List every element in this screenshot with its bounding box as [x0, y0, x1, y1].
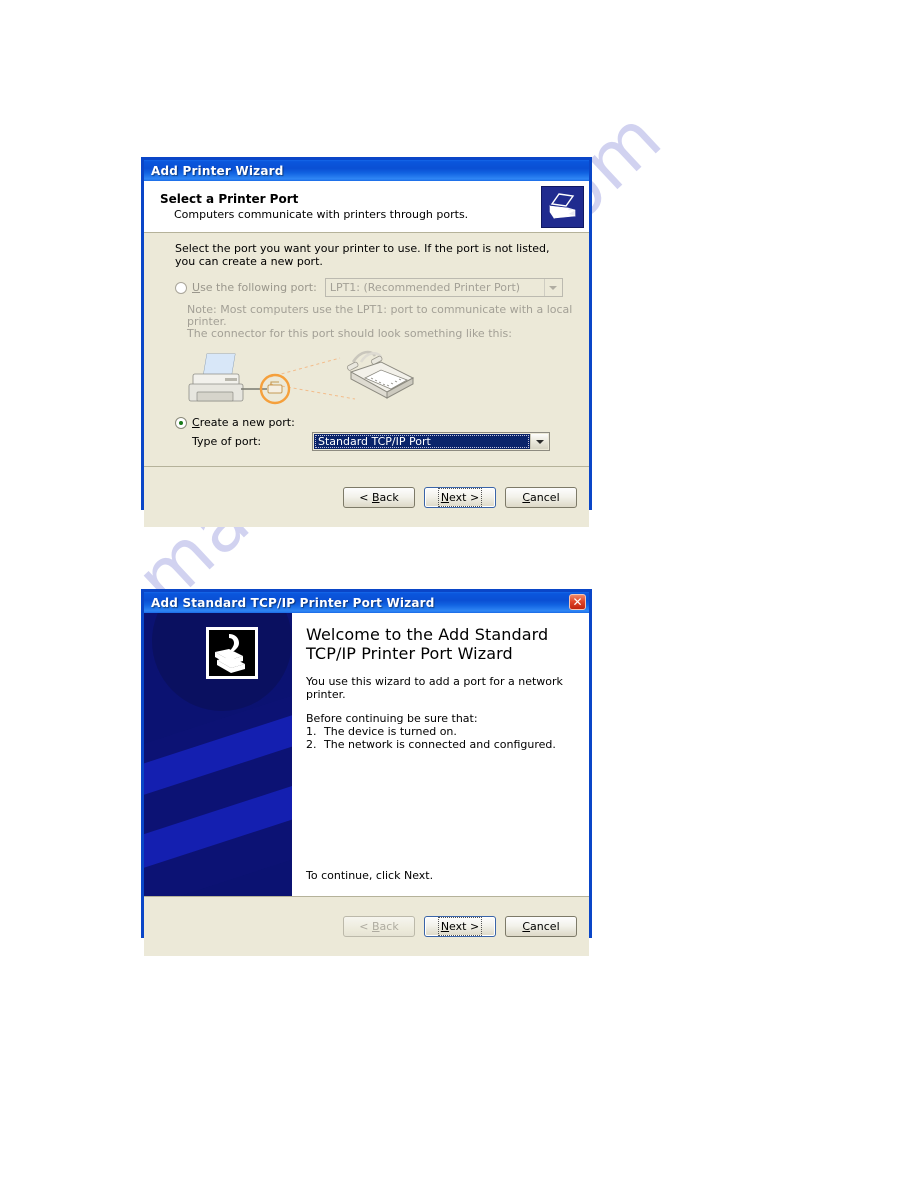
- port-select[interactable]: LPT1: (Recommended Printer Port): [324, 278, 563, 297]
- chevron-down-glyph: [535, 439, 544, 444]
- port-select-value: LPT1: (Recommended Printer Port): [329, 281, 521, 294]
- port-note-line1: Note: Most computers use the LPT1: port …: [187, 303, 573, 328]
- list-item-number: 2.: [306, 738, 317, 751]
- back-button[interactable]: < Back: [343, 916, 415, 937]
- cancel-button-label: Cancel: [522, 490, 560, 504]
- chevron-down-glyph: [549, 285, 558, 290]
- list-item-label: The device is turned on.: [324, 725, 457, 738]
- printer-icon: [542, 186, 583, 227]
- port-type-select[interactable]: Standard TCP/IP Port: [312, 432, 550, 451]
- next-button-label: Next >: [437, 487, 483, 507]
- close-icon[interactable]: ✕: [569, 594, 586, 610]
- dialog1-title: Add Printer Wizard: [151, 163, 284, 178]
- next-button[interactable]: Next >: [424, 916, 496, 937]
- dialog2-content: Welcome to the Add Standard TCP/IP Print…: [292, 613, 589, 896]
- list-item: 1. The device is turned on.: [306, 725, 577, 738]
- before-continuing-label: Before continuing be sure that:: [306, 712, 478, 725]
- dialog2-main: Welcome to the Add Standard TCP/IP Print…: [144, 613, 589, 896]
- page-subtitle: Computers communicate with printers thro…: [174, 208, 469, 221]
- list-item: 2. The network is connected and configur…: [306, 738, 577, 751]
- type-of-port-label: Type of port:: [192, 435, 262, 448]
- welcome-title-line2: TCP/IP Printer Port Wizard: [306, 644, 513, 663]
- dialog1-titlebar[interactable]: Add Printer Wizard: [144, 160, 589, 181]
- dialog1-footer: < Back Next > Cancel: [144, 466, 589, 527]
- cancel-button[interactable]: Cancel: [505, 916, 577, 937]
- connector-illustration-svg: [188, 350, 415, 405]
- radio-use-following-port[interactable]: [175, 281, 187, 294]
- dialog1-header-texts: Select a Printer Port Computers communic…: [160, 192, 542, 221]
- printer-icon-svg: [542, 186, 583, 227]
- chevron-down-icon[interactable]: [543, 279, 562, 296]
- dialog2-titlebar[interactable]: Add Standard TCP/IP Printer Port Wizard …: [144, 592, 589, 613]
- list-item-number: 1.: [306, 725, 317, 738]
- dialog1-body: Select the port you want your printer to…: [144, 233, 589, 466]
- port-note-line2: The connector for this port should look …: [187, 327, 512, 340]
- radio-create-new-port[interactable]: [175, 416, 187, 429]
- cancel-button[interactable]: Cancel: [505, 486, 577, 508]
- network-printer-icon: [206, 627, 258, 679]
- welcome-title-line1: Welcome to the Add Standard: [306, 625, 549, 644]
- add-printer-wizard-dialog: Add Printer Wizard Select a Printer Port…: [141, 157, 592, 527]
- list-item-label: The network is connected and configured.: [324, 738, 556, 751]
- port-type-select-value: Standard TCP/IP Port: [314, 434, 530, 449]
- wizard-sidebar-graphic: [144, 613, 292, 896]
- port-note: Note: Most computers use the LPT1: port …: [187, 304, 575, 340]
- dialog2-footer: < Back Next > Cancel: [144, 896, 589, 956]
- create-new-port-label: Create a new port:: [192, 416, 295, 429]
- continue-hint: To continue, click Next.: [306, 869, 434, 882]
- add-tcpip-port-wizard-dialog: Add Standard TCP/IP Printer Port Wizard …: [141, 589, 592, 956]
- use-following-port-option[interactable]: Use the following port: LPT1: (Recommend…: [175, 278, 575, 297]
- dialog1-header: Select a Printer Port Computers communic…: [144, 181, 589, 233]
- port-intro-text: Select the port you want your printer to…: [175, 242, 550, 268]
- use-following-port-label: Use the following port:: [192, 281, 317, 294]
- network-printer-icon-inner: [209, 630, 255, 676]
- welcome-title: Welcome to the Add Standard TCP/IP Print…: [306, 625, 577, 663]
- chevron-down-icon[interactable]: [530, 434, 548, 449]
- welcome-paragraph: You use this wizard to add a port for a …: [306, 675, 563, 701]
- prerequisite-list: 1. The device is turned on. 2. The netwo…: [306, 725, 577, 751]
- next-button[interactable]: Next >: [424, 486, 496, 508]
- back-button-label: < Back: [359, 920, 399, 933]
- back-button[interactable]: < Back: [343, 486, 415, 508]
- page-title: Select a Printer Port: [160, 192, 299, 206]
- network-printer-icon-svg: [209, 630, 255, 676]
- back-button-label: < Back: [359, 490, 399, 504]
- create-new-port-option[interactable]: Create a new port:: [175, 416, 575, 429]
- next-button-label: Next >: [437, 917, 483, 936]
- dialog2-title: Add Standard TCP/IP Printer Port Wizard: [151, 595, 435, 610]
- cancel-button-label: Cancel: [522, 920, 560, 933]
- connector-illustration: [175, 344, 575, 414]
- type-of-port-row: Type of port: Standard TCP/IP Port: [192, 432, 575, 451]
